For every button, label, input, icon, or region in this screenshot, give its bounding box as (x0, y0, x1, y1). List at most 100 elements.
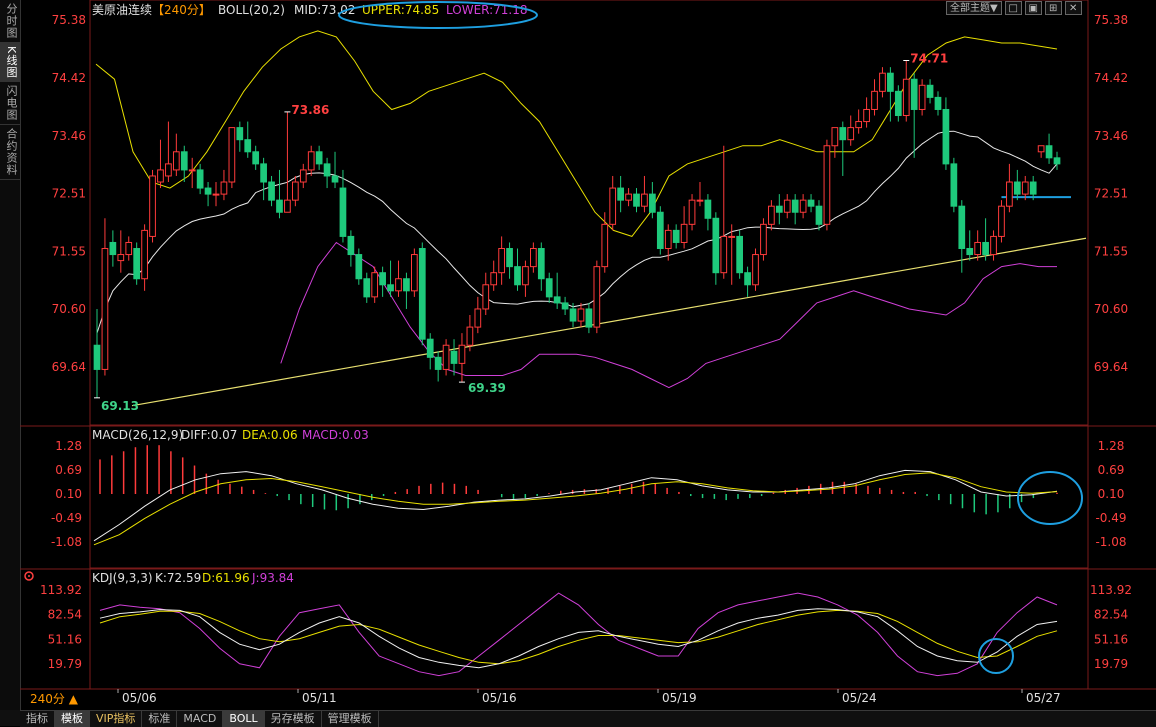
candlestick[interactable] (641, 175, 648, 213)
candlestick[interactable] (910, 73, 918, 158)
candlestick[interactable] (101, 218, 109, 376)
tab-save-template[interactable]: 另存模板 (265, 711, 322, 727)
candlestick[interactable] (791, 194, 799, 225)
candlestick[interactable] (260, 157, 267, 201)
candlestick[interactable] (1006, 163, 1013, 213)
candlestick[interactable] (291, 175, 299, 207)
candlestick[interactable] (141, 224, 148, 291)
candlestick[interactable] (783, 194, 791, 219)
candlestick[interactable] (863, 97, 870, 128)
candlestick[interactable] (902, 60, 910, 122)
candlestick[interactable] (276, 169, 283, 219)
candlestick[interactable] (172, 133, 180, 176)
candlestick[interactable] (625, 188, 632, 207)
candlestick[interactable] (918, 79, 926, 116)
candlestick[interactable] (157, 139, 164, 189)
candlestick[interactable] (1037, 145, 1045, 158)
tab-templates[interactable]: 模板 (55, 711, 90, 727)
candlestick[interactable] (633, 188, 640, 213)
candlestick[interactable] (434, 351, 442, 382)
candlestick[interactable] (966, 230, 974, 261)
candlestick[interactable] (315, 145, 323, 170)
candlestick[interactable] (839, 121, 847, 176)
tab-indicators[interactable]: 指标 (20, 711, 55, 727)
candlestick[interactable] (942, 97, 950, 170)
candlestick[interactable] (418, 242, 426, 346)
candlestick[interactable] (268, 175, 275, 207)
candlestick[interactable] (894, 85, 902, 122)
candlestick[interactable] (133, 242, 141, 285)
candlestick[interactable] (982, 218, 989, 261)
candlestick[interactable] (609, 175, 617, 231)
candlestick[interactable] (395, 260, 402, 297)
candlestick[interactable] (871, 79, 878, 116)
candlestick[interactable] (228, 127, 236, 189)
tab-kline[interactable]: K线图 (0, 43, 20, 83)
candlestick[interactable] (180, 145, 188, 183)
candlestick[interactable] (815, 200, 823, 231)
close-icon[interactable]: ✕ (1064, 1, 1082, 15)
candlestick[interactable] (656, 206, 664, 255)
candlestick[interactable] (593, 260, 601, 334)
candlestick[interactable] (990, 230, 997, 261)
candlestick[interactable] (220, 169, 228, 201)
candlesticks[interactable]: 73.86 74.71 69.13 69.39 (93, 52, 1061, 413)
candlestick[interactable] (760, 218, 767, 261)
candlestick[interactable] (498, 236, 505, 285)
candlestick[interactable] (728, 224, 736, 285)
period-selector[interactable]: 240分 ▲ (30, 692, 79, 706)
candlestick[interactable] (363, 272, 371, 303)
candlestick[interactable] (831, 127, 839, 158)
tab-contract-info[interactable]: 合约资料 (0, 125, 20, 181)
candlestick[interactable] (530, 242, 537, 273)
candlestick[interactable] (482, 272, 490, 316)
candlestick[interactable] (553, 272, 561, 309)
candlestick[interactable] (339, 169, 347, 243)
candlestick[interactable] (847, 115, 855, 146)
candlestick[interactable] (165, 121, 172, 183)
window-restore-icon[interactable]: □ (1004, 1, 1022, 15)
candlestick[interactable] (561, 296, 569, 316)
candlestick[interactable] (109, 230, 117, 267)
candlestick[interactable] (744, 266, 751, 297)
candlestick[interactable] (490, 260, 498, 291)
candlestick[interactable] (403, 272, 410, 309)
candlestick[interactable] (125, 236, 133, 261)
tab-standard[interactable]: 标准 (142, 711, 178, 727)
candlestick[interactable] (601, 212, 609, 273)
candlestick[interactable] (752, 248, 759, 291)
candlestick[interactable] (577, 302, 585, 328)
candlestick[interactable] (299, 163, 307, 189)
candlestick[interactable] (347, 230, 355, 267)
candlestick[interactable] (823, 139, 831, 231)
candlestick[interactable] (807, 194, 815, 213)
candlestick[interactable] (93, 308, 101, 398)
candlestick[interactable] (1045, 133, 1053, 164)
candlestick[interactable] (712, 212, 720, 285)
candlestick[interactable] (252, 145, 260, 170)
candlestick[interactable] (934, 91, 942, 116)
candlestick[interactable] (204, 182, 212, 207)
candlestick[interactable] (855, 109, 863, 134)
candlestick[interactable] (506, 242, 513, 279)
candlestick[interactable] (522, 260, 529, 297)
candlestick[interactable] (974, 230, 982, 261)
candlestick[interactable] (1053, 151, 1061, 170)
candlestick[interactable] (736, 230, 744, 279)
tab-vip-indicators[interactable]: VIP指标 (90, 711, 143, 727)
candlestick[interactable] (617, 175, 624, 213)
candlestick[interactable] (768, 200, 775, 231)
candlestick[interactable] (117, 230, 125, 273)
candlestick[interactable] (323, 157, 331, 189)
candlestick[interactable] (672, 224, 680, 249)
tab-flash[interactable]: 闪电图 (0, 82, 20, 126)
candlestick[interactable] (696, 182, 704, 207)
candlestick[interactable] (355, 248, 363, 285)
candlestick[interactable] (450, 339, 458, 376)
candlestick[interactable] (799, 194, 807, 219)
grid-layout-icon[interactable]: ⊞ (1044, 1, 1062, 15)
candlestick[interactable] (585, 302, 593, 334)
candlestick[interactable] (149, 169, 156, 243)
candlestick[interactable] (244, 121, 252, 158)
candlestick[interactable] (474, 296, 482, 334)
